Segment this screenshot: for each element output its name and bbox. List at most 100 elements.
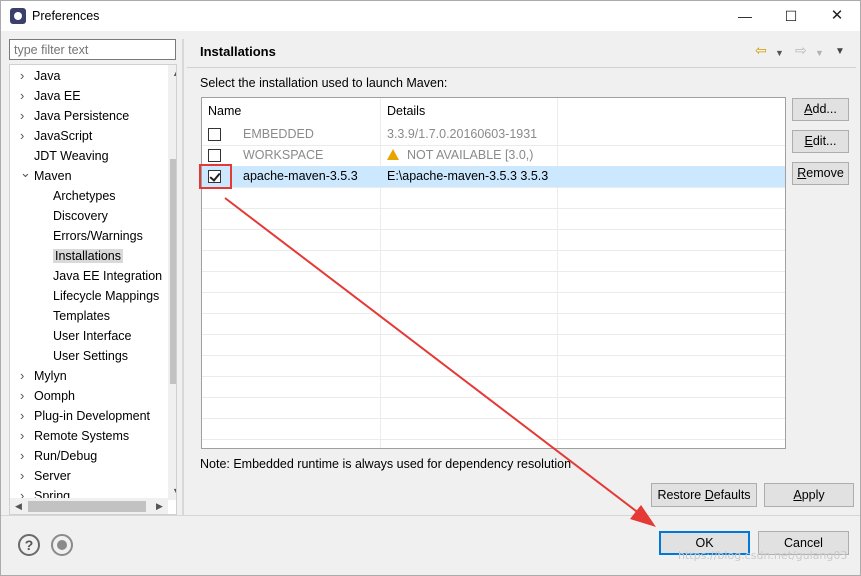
scroll-left-icon[interactable]: ◀ (10, 498, 27, 514)
chevron-right-icon[interactable]: › (20, 86, 30, 106)
tree-item-label: Mylyn (34, 369, 67, 383)
tree-item[interactable]: › Java (20, 66, 61, 86)
tree-item-label: Archetypes (53, 189, 116, 203)
tree-item[interactable]: Errors/Warnings (53, 226, 143, 246)
tree-item[interactable]: Installations (53, 246, 124, 266)
apply-button[interactable]: Apply (764, 483, 854, 507)
filter-field[interactable] (9, 39, 176, 60)
column-header-details[interactable]: Details (381, 98, 558, 124)
scroll-thumb-horizontal[interactable] (28, 501, 146, 512)
row-gridline (202, 229, 785, 230)
installation-name: apache-maven-3.5.3 (243, 169, 358, 183)
chevron-right-icon[interactable]: › (20, 426, 30, 446)
tree-item-label: Plug-in Development (34, 409, 151, 423)
row-gridline (202, 418, 785, 419)
tree-item[interactable]: › Java EE (20, 86, 81, 106)
tree-item-label: JDT Weaving (34, 149, 109, 163)
record-icon[interactable] (51, 534, 73, 556)
forward-menu-chevron-down-icon[interactable]: ▼ (815, 46, 824, 60)
installation-checkbox[interactable] (208, 149, 221, 162)
watermark-text: https://blog.csdn.net/gulang03 (678, 549, 848, 562)
preferences-tree[interactable]: › Spring › Server › Run/Debug › Remote Systems ›… (9, 64, 177, 515)
pane-splitter[interactable] (182, 39, 184, 515)
tree-item[interactable]: Java EE Integration (53, 266, 162, 286)
tree-item[interactable]: JDT Weaving (34, 146, 109, 166)
tree-item[interactable]: Templates (53, 306, 110, 326)
filter-input[interactable] (10, 40, 175, 59)
close-button[interactable]: ✕ (814, 1, 860, 31)
arrow-left-icon[interactable]: ⇦ (755, 43, 767, 57)
installations-table[interactable]: Name Details EMBEDDED 3.3.9/1.7.0.2016060… (201, 97, 786, 449)
tree-item[interactable]: Lifecycle Mappings (53, 286, 159, 306)
installation-details-text: NOT AVAILABLE [3.0,) (407, 148, 534, 162)
chevron-right-icon[interactable]: › (20, 386, 30, 406)
instruction-label: Select the installation used to launch M… (200, 76, 448, 90)
scroll-thumb[interactable] (170, 159, 176, 384)
tree-vertical-scrollbar[interactable]: ▲ ▼ (168, 65, 176, 500)
help-icon[interactable]: ? (18, 534, 40, 556)
eclipse-app-icon (10, 8, 26, 24)
maximize-button[interactable]: ☐ (768, 1, 814, 31)
note-text: Note: Embedded runtime is always used fo… (200, 457, 572, 471)
chevron-right-icon[interactable]: › (20, 406, 30, 426)
row-gridline (202, 250, 785, 251)
row-gridline (202, 208, 785, 209)
tree-item-label: Java Persistence (34, 109, 130, 123)
tree-item[interactable]: › JavaScript (20, 126, 93, 146)
row-gridline (202, 271, 785, 272)
chevron-right-icon[interactable]: › (20, 446, 30, 466)
tree-item-label: User Settings (53, 349, 129, 363)
chevron-right-icon[interactable]: › (20, 366, 30, 386)
title-bar: Preferences — ☐ ✕ (1, 1, 860, 31)
column-header-name[interactable]: Name (202, 98, 381, 124)
chevron-down-icon[interactable]: ⌄ (20, 166, 31, 186)
minimize-button[interactable]: — (722, 1, 768, 31)
table-row[interactable]: WORKSPACE NOT AVAILABLE [3.0,) (202, 145, 785, 166)
tree-item-label: Server (34, 469, 71, 483)
page-header: Installations ⇦ ▼ ⇨ ▼ ▼ (187, 34, 856, 68)
tree-item[interactable]: › Run/Debug (20, 446, 98, 466)
tree-item[interactable]: Archetypes (53, 186, 116, 206)
row-gridline (202, 397, 785, 398)
tree-item[interactable]: › Mylyn (20, 366, 67, 386)
scroll-right-icon[interactable]: ▶ (151, 498, 168, 514)
table-row[interactable]: apache-maven-3.5.3 E:\apache-maven-3.5.3 … (202, 166, 785, 187)
tree-item[interactable]: User Settings (53, 346, 128, 366)
tree-horizontal-scrollbar[interactable]: ◀ ▶ (10, 498, 168, 514)
tree-item-label: Run/Debug (34, 449, 98, 463)
tree-item-label: Maven (34, 169, 72, 183)
tree-item[interactable]: ⌄ Maven (20, 166, 72, 186)
remove-button[interactable]: Remove (792, 162, 849, 185)
tree-item[interactable]: › Remote Systems (20, 426, 129, 446)
chevron-right-icon[interactable]: › (20, 66, 30, 86)
scroll-down-icon[interactable]: ▼ (168, 483, 176, 500)
edit-button[interactable]: Edit... (792, 130, 849, 153)
scroll-up-icon[interactable]: ▲ (168, 65, 176, 82)
add-button[interactable]: Add... (792, 98, 849, 121)
page-title: Installations (200, 44, 276, 59)
tree-item[interactable]: › Java Persistence (20, 106, 130, 126)
tree-item[interactable]: › Oomph (20, 386, 75, 406)
chevron-right-icon[interactable]: › (20, 126, 30, 146)
tree-item[interactable]: User Interface (53, 326, 132, 346)
highlight-annotation-box (199, 164, 232, 189)
restore-defaults-button[interactable]: Restore Defaults (651, 483, 757, 507)
tree-item-label: Java (34, 69, 61, 83)
warning-icon (387, 149, 399, 160)
window-title: Preferences (32, 9, 100, 23)
tree-item-label: JavaScript (34, 129, 93, 143)
arrow-right-icon[interactable]: ⇨ (795, 43, 807, 57)
chevron-right-icon[interactable]: › (20, 466, 30, 486)
row-gridline (202, 313, 785, 314)
installation-checkbox[interactable] (208, 128, 221, 141)
chevron-right-icon[interactable]: › (20, 106, 30, 126)
back-menu-chevron-down-icon[interactable]: ▼ (775, 46, 784, 60)
tree-item-label: Java EE (34, 89, 81, 103)
tree-item[interactable]: › Plug-in Development (20, 406, 151, 426)
view-menu-chevron-down-icon[interactable]: ▼ (835, 45, 845, 59)
table-row[interactable]: EMBEDDED 3.3.9/1.7.0.20160603-1931 (202, 124, 785, 145)
tree-item[interactable]: › Server (20, 466, 71, 486)
row-gridline (202, 376, 785, 377)
installation-details: NOT AVAILABLE [3.0,) (387, 145, 533, 166)
tree-item[interactable]: Discovery (53, 206, 108, 226)
